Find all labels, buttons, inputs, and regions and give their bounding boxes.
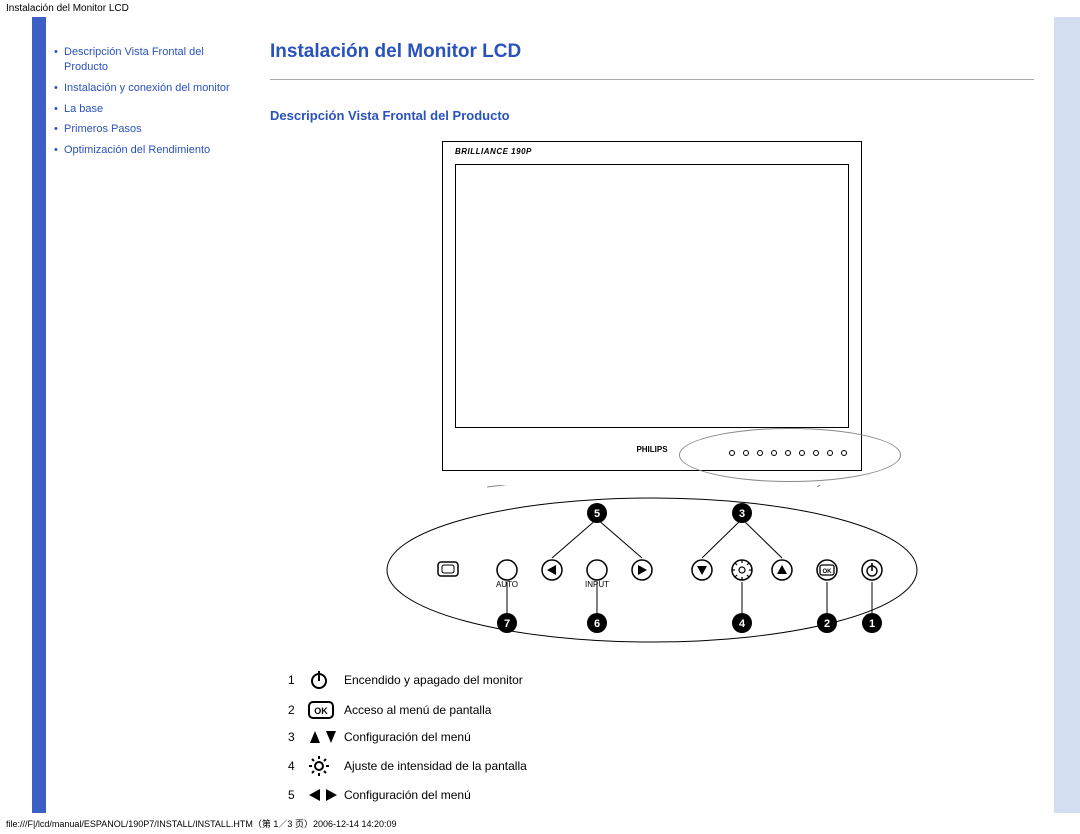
left-gutter: [0, 17, 32, 813]
legend-text: Acceso al menú de pantalla: [344, 703, 718, 717]
sidebar-item-optimizacion[interactable]: • Optimización del Rendimiento: [54, 143, 246, 158]
callout-4: 4: [739, 618, 746, 630]
callout-6: 6: [594, 618, 600, 630]
section-title: Descripción Vista Frontal del Producto: [270, 108, 1034, 123]
legend-row-4: 4 Ajuste de intensidad de la pantalla: [288, 755, 718, 777]
control-panel-detail: AUTO INPUT: [372, 485, 932, 655]
legend-row-5: 5 Configuración del menú: [288, 787, 718, 803]
sidebar-link[interactable]: Optimización del Rendimiento: [64, 143, 210, 158]
sidebar: • Descripción Vista Frontal del Producto…: [46, 17, 254, 813]
legend-text: Configuración del menú: [344, 730, 718, 744]
sidebar-item-instalacion-conexion[interactable]: • Instalación y conexión del monitor: [54, 81, 246, 96]
legend-row-3: 3 Configuración del menú: [288, 729, 718, 745]
left-blue-bar: [32, 17, 46, 813]
callout-5: 5: [594, 508, 600, 520]
sidebar-link[interactable]: La base: [64, 102, 103, 117]
sidebar-link[interactable]: Primeros Pasos: [64, 122, 142, 137]
bullet-icon: •: [54, 102, 64, 117]
legend-num: 4: [288, 759, 308, 773]
legend-text: Encendido y apagado del monitor: [344, 673, 718, 687]
svg-text:OK: OK: [823, 569, 833, 575]
callout-7: 7: [504, 618, 510, 630]
legend-row-1: 1 Encendido y apagado del monitor: [288, 669, 718, 691]
monitor-frame: BRILLIANCE 190P PHILIPS: [442, 141, 862, 471]
footer-file-path: file:///F|/lcd/manual/ESPANOL/190P7/INST…: [6, 817, 397, 830]
content: Instalación del Monitor LCD Descripción …: [254, 17, 1054, 813]
legend-num: 1: [288, 673, 308, 687]
updown-icon: [308, 729, 344, 745]
sidebar-link[interactable]: Instalación y conexión del monitor: [64, 81, 230, 96]
monitor-brand-bottom: PHILIPS: [636, 445, 667, 454]
svg-text:OK: OK: [314, 706, 328, 716]
bullet-icon: •: [54, 143, 64, 158]
legend-num: 5: [288, 788, 308, 802]
monitor-front-buttons: [729, 450, 847, 456]
bullet-icon: •: [54, 45, 64, 75]
title-rule: [270, 79, 1034, 80]
page-title: Instalación del Monitor LCD: [270, 41, 1034, 63]
legend-table: 1 Encendido y apagado del monitor 2 OK A…: [288, 669, 718, 803]
left-strip: [0, 17, 46, 813]
page-body: • Descripción Vista Frontal del Producto…: [0, 17, 1080, 813]
sidebar-item-vista-frontal[interactable]: • Descripción Vista Frontal del Producto: [54, 45, 246, 75]
monitor-brand-top: BRILLIANCE 190P: [455, 147, 532, 156]
sidebar-link[interactable]: Descripción Vista Frontal del Producto: [64, 45, 246, 75]
callout-2: 2: [824, 618, 830, 630]
legend-num: 2: [288, 703, 308, 717]
legend-row-2: 2 OK Acceso al menú de pantalla: [288, 701, 718, 719]
callout-1: 1: [869, 618, 875, 630]
legend-num: 3: [288, 730, 308, 744]
leftright-icon: [308, 787, 344, 803]
bullet-icon: •: [54, 81, 64, 96]
page-header-title: Instalación del Monitor LCD: [0, 0, 1080, 17]
ok-icon: OK: [308, 701, 344, 719]
sidebar-item-primeros-pasos[interactable]: • Primeros Pasos: [54, 122, 246, 137]
power-icon: [308, 669, 344, 691]
monitor-illustration: BRILLIANCE 190P PHILIPS: [372, 141, 932, 471]
bullet-icon: •: [54, 122, 64, 137]
sidebar-item-la-base[interactable]: • La base: [54, 102, 246, 117]
monitor-screen: [455, 164, 849, 428]
legend-text: Ajuste de intensidad de la pantalla: [344, 759, 718, 773]
callout-3: 3: [739, 508, 745, 520]
legend-text: Configuración del menú: [344, 788, 718, 802]
brightness-icon: [308, 755, 344, 777]
right-light-blue-band: [1054, 17, 1080, 813]
